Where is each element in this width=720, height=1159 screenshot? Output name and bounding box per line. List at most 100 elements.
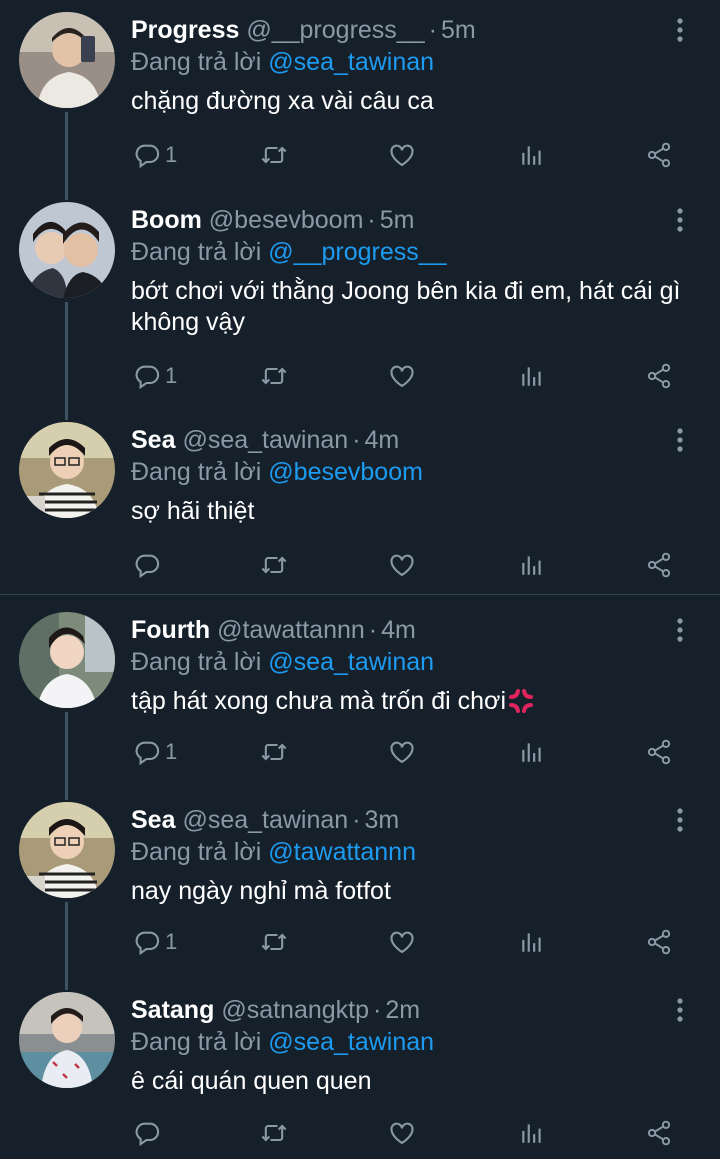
avatar[interactable] [19, 422, 115, 518]
like-button[interactable] [388, 922, 416, 962]
user-handle[interactable]: @sea_tawinan [182, 426, 348, 454]
reply-button[interactable] [133, 545, 165, 585]
separator-dot: · [367, 206, 376, 234]
retweet-button[interactable] [259, 922, 289, 962]
tweet-header: Boom @besevboom · 5m [131, 204, 414, 236]
retweet-button[interactable] [259, 732, 289, 772]
replying-to: Đang trả lời @sea_tawinan [131, 1026, 434, 1058]
avatar[interactable] [19, 612, 115, 708]
reply-button[interactable]: 1 [133, 135, 177, 175]
timestamp[interactable]: 4m [381, 616, 416, 644]
display-name[interactable]: Boom [131, 206, 202, 234]
avatar[interactable] [19, 12, 115, 108]
more-vertical-icon[interactable] [668, 424, 692, 456]
reply-button[interactable]: 1 [133, 732, 177, 772]
mention-link[interactable]: @besevboom [268, 458, 423, 486]
reply-button[interactable]: 1 [133, 356, 177, 396]
separator-dot: · [352, 806, 361, 834]
avatar[interactable] [19, 202, 115, 298]
tweet-text: chặng đường xa vài câu ca [131, 87, 434, 115]
tweet[interactable]: Sea @sea_tawinan · 4m Đang trả lời @besevb… [0, 410, 720, 594]
views-button[interactable] [519, 922, 545, 962]
retweet-icon [259, 362, 289, 390]
user-handle[interactable]: @__progress__ [246, 16, 424, 44]
tweet[interactable]: Fourth @tawattannn · 4m Đang trả lời @sea_… [0, 600, 720, 790]
mention-link[interactable]: @__progress__ [268, 238, 446, 266]
like-button[interactable] [388, 1113, 416, 1153]
reply-prefix: Đang trả lời [131, 238, 262, 266]
separator-dot: · [428, 16, 437, 44]
timestamp[interactable]: 2m [385, 996, 420, 1024]
display-name[interactable]: Sea [131, 806, 175, 834]
retweet-button[interactable] [259, 1113, 289, 1153]
reply-button[interactable]: 1 [133, 922, 177, 962]
separator-dot: · [368, 616, 378, 644]
share-button[interactable] [645, 922, 673, 962]
timestamp[interactable]: 3m [365, 806, 400, 834]
heart-icon [388, 362, 416, 390]
display-name[interactable]: Progress [131, 16, 239, 44]
display-name[interactable]: Satang [131, 996, 214, 1024]
display-name[interactable]: Fourth [131, 616, 210, 644]
more-vertical-icon[interactable] [668, 614, 692, 646]
tweet[interactable]: Sea @sea_tawinan · 3m Đang trả lời @tawatt… [0, 790, 720, 980]
user-handle[interactable]: @satnangktp [221, 996, 369, 1024]
reply-count: 1 [165, 363, 178, 388]
tweet-header: Sea @sea_tawinan · 3m [131, 804, 399, 836]
mention-link[interactable]: @sea_tawinan [268, 648, 434, 676]
avatar[interactable] [19, 992, 115, 1088]
share-button[interactable] [645, 545, 673, 585]
tweet-text: ê cái quán quen quen [131, 1067, 372, 1095]
like-button[interactable] [388, 545, 416, 585]
user-handle[interactable]: @tawattannn [217, 616, 365, 644]
share-icon [645, 551, 673, 579]
mention-link[interactable]: @tawattannn [268, 838, 416, 866]
user-handle[interactable]: @besevboom [209, 206, 364, 234]
share-icon [645, 141, 673, 169]
more-vertical-icon[interactable] [668, 204, 692, 236]
share-button[interactable] [645, 135, 673, 175]
retweet-button[interactable] [259, 545, 289, 585]
conversation-separator [0, 594, 720, 595]
tweet-header: Fourth @tawattannn · 4m [131, 614, 416, 646]
tweet[interactable]: Progress @__progress__ · 5m Đang trả lời @… [0, 0, 720, 190]
reply-button[interactable] [133, 1113, 165, 1153]
tweet-header: Progress @__progress__ · 5m [131, 14, 476, 46]
views-button[interactable] [519, 732, 545, 772]
more-vertical-icon[interactable] [668, 14, 692, 46]
retweet-icon [259, 141, 289, 169]
reply-icon [133, 738, 161, 766]
replying-to: Đang trả lời @sea_tawinan [131, 46, 434, 78]
action-bar [131, 545, 691, 585]
display-name[interactable]: Sea [131, 426, 175, 454]
separator-dot: · [373, 996, 382, 1024]
views-button[interactable] [519, 1113, 545, 1153]
replying-to: Đang trả lời @sea_tawinan [131, 646, 434, 678]
retweet-button[interactable] [259, 135, 289, 175]
share-button[interactable] [645, 732, 673, 772]
mention-link[interactable]: @sea_tawinan [268, 1028, 434, 1056]
timestamp[interactable]: 5m [380, 206, 415, 234]
timestamp[interactable]: 5m [441, 16, 476, 44]
avatar[interactable] [19, 802, 115, 898]
more-vertical-icon[interactable] [668, 994, 692, 1026]
separator-dot: · [352, 426, 361, 454]
like-button[interactable] [388, 356, 416, 396]
more-vertical-icon[interactable] [668, 804, 692, 836]
mention-link[interactable]: @sea_tawinan [268, 48, 434, 76]
share-button[interactable] [645, 1113, 673, 1153]
user-handle[interactable]: @sea_tawinan [182, 806, 348, 834]
views-button[interactable] [519, 135, 545, 175]
like-button[interactable] [388, 135, 416, 175]
retweet-button[interactable] [259, 356, 289, 396]
views-button[interactable] [519, 356, 545, 396]
tweet[interactable]: Boom @besevboom · 5m Đang trả lời @__progr… [0, 190, 720, 410]
share-button[interactable] [645, 356, 673, 396]
reply-icon [133, 1119, 161, 1147]
views-button[interactable] [519, 545, 545, 585]
tweet-text-container: tập hát xong chưa mà trốn đi chơi [131, 686, 691, 717]
like-button[interactable] [388, 732, 416, 772]
replying-to: Đang trả lời @__progress__ [131, 236, 447, 268]
tweet[interactable]: Satang @satnangktp · 2m Đang trả lời @sea_… [0, 980, 720, 1159]
timestamp[interactable]: 4m [365, 426, 400, 454]
